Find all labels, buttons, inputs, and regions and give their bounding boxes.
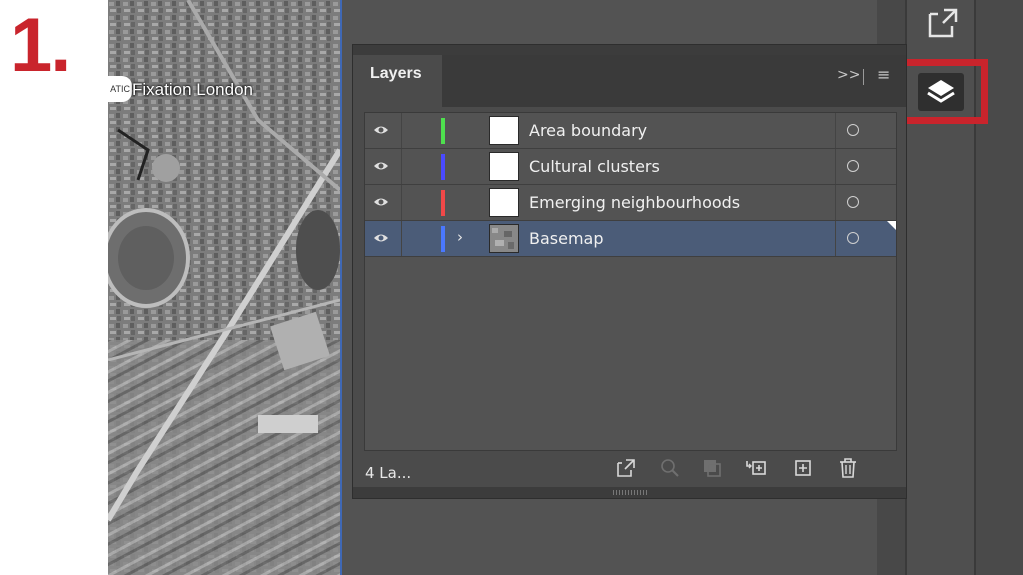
visibility-eye-icon[interactable] (373, 123, 389, 137)
visibility-eye-icon[interactable] (373, 231, 389, 245)
expand-panels-icon[interactable] (926, 6, 960, 40)
target-circle-icon[interactable] (847, 124, 859, 136)
delete-icon[interactable] (837, 457, 859, 479)
layer-row[interactable]: Cultural clusters (365, 149, 896, 185)
layer-thumbnail (489, 152, 519, 181)
tab-divider (863, 69, 864, 85)
basemap-thumbnail-image (490, 225, 518, 252)
layer-thumbnail (489, 224, 519, 253)
panel-menu-icon[interactable]: ≡ (877, 65, 890, 84)
resize-grip-icon[interactable] (613, 490, 647, 495)
panel-tab-strip: Layers >> ≡ (353, 55, 906, 107)
locate-object-icon (661, 459, 679, 477)
layer-color-swatch (441, 154, 445, 180)
clipping-mask-icon (704, 460, 721, 477)
satellite-map: ATIC Fixation London (108, 0, 340, 575)
export-icon[interactable] (615, 457, 637, 479)
tab-layers[interactable]: Layers (353, 55, 442, 107)
column-divider (401, 113, 402, 148)
map-place-label: Fixation London (132, 80, 253, 99)
layer-count: 4 La... (365, 464, 412, 482)
new-layer-icon[interactable] (793, 457, 815, 479)
expand-chevron-icon[interactable]: › (457, 228, 463, 246)
layer-row-selected[interactable]: › Basemap (365, 221, 896, 257)
layer-name[interactable]: Emerging neighbourhoods (529, 193, 740, 212)
selection-corner-indicator (887, 221, 896, 230)
layer-name[interactable]: Basemap (529, 229, 604, 248)
layer-thumbnail (489, 188, 519, 217)
layer-name[interactable]: Area boundary (529, 121, 647, 140)
map-place-badge: ATIC (108, 76, 132, 102)
layer-list: Area boundary Cultural clusters Emerging… (364, 112, 897, 451)
layer-color-swatch (441, 190, 445, 216)
layer-name[interactable]: Cultural clusters (529, 157, 660, 176)
column-divider (835, 221, 836, 256)
target-circle-icon[interactable] (847, 160, 859, 172)
layer-row[interactable]: Area boundary (365, 113, 896, 149)
layer-thumbnail (489, 116, 519, 145)
visibility-eye-icon[interactable] (373, 159, 389, 173)
create-sublayer-icon[interactable] (745, 457, 767, 479)
column-divider (835, 113, 836, 148)
layers-panel: Layers >> ≡ Area boundary Cultural clust… (352, 44, 907, 499)
column-divider (835, 149, 836, 184)
column-divider (401, 221, 402, 256)
visibility-eye-icon[interactable] (373, 195, 389, 209)
target-circle-icon[interactable] (847, 196, 859, 208)
column-divider (835, 185, 836, 220)
more-tabs-button[interactable]: >> (837, 67, 860, 83)
layer-row[interactable]: Emerging neighbourhoods (365, 185, 896, 221)
layer-color-swatch (441, 226, 445, 252)
step-number: 1. (10, 3, 71, 88)
layer-color-swatch (441, 118, 445, 144)
panel-title-bar[interactable] (353, 45, 906, 55)
column-divider (401, 185, 402, 220)
target-circle-icon[interactable] (847, 232, 859, 244)
column-divider (401, 149, 402, 184)
